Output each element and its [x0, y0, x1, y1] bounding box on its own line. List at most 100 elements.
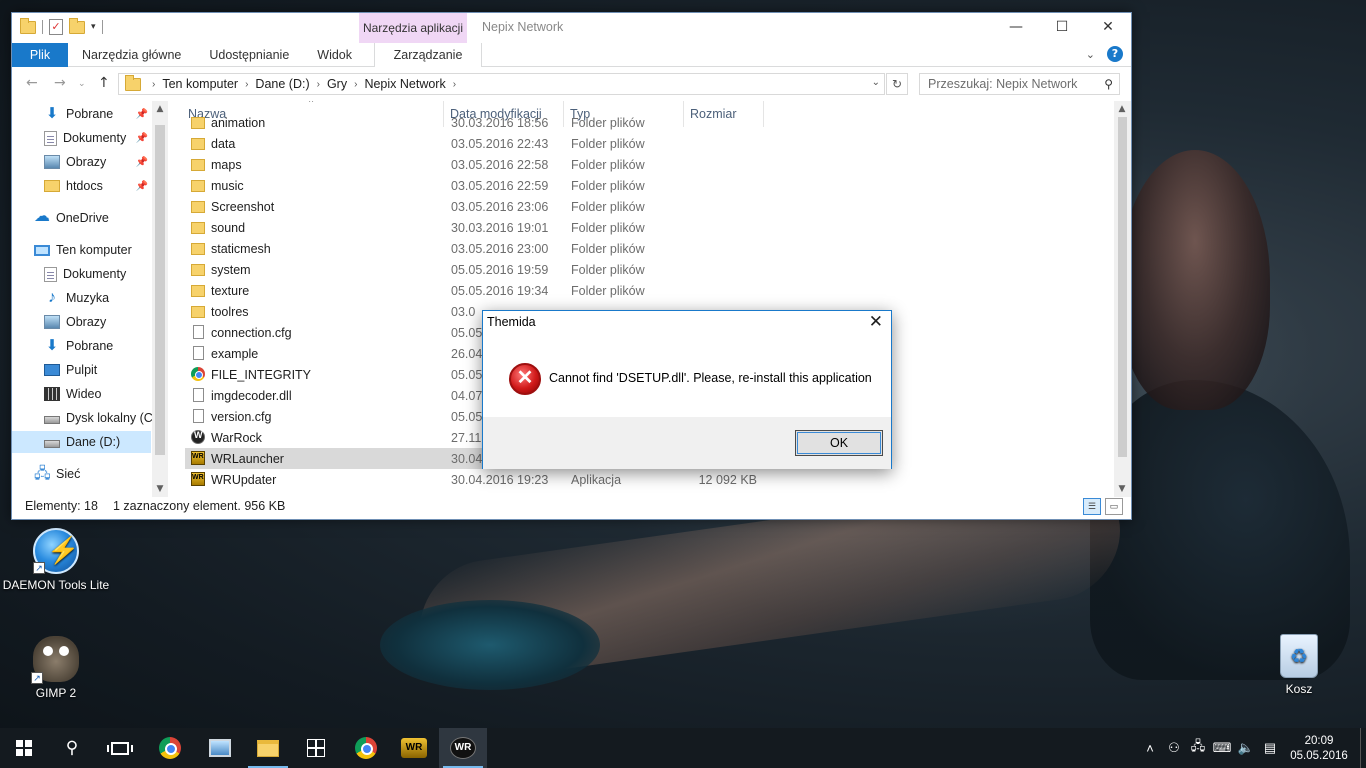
table-row[interactable]: texture 05.05.2016 19:34 Folder plików: [185, 280, 760, 301]
tab-udostepnianie[interactable]: Udostępnianie: [195, 43, 303, 67]
network-icon[interactable]: 🖧: [1186, 737, 1210, 759]
taskbar-control-panel[interactable]: [196, 728, 244, 768]
customize-toolbar-icon[interactable]: ▾: [91, 22, 96, 32]
sidebar-item-muzyka[interactable]: ♪ Muzyka: [12, 287, 152, 309]
taskbar-chrome-2[interactable]: [342, 728, 390, 768]
pin-icon[interactable]: 📌: [136, 109, 148, 120]
chevron-up-icon[interactable]: ˄: [1138, 741, 1162, 756]
breadcrumb-item[interactable]: Ten komputer: [158, 77, 242, 91]
back-icon[interactable]: ←: [26, 75, 38, 91]
desktop-icon-daemon-tools[interactable]: ↗ DAEMON Tools Lite: [1, 528, 111, 592]
task-view-button[interactable]: [96, 728, 144, 768]
chevron-right-icon[interactable]: ›: [450, 79, 459, 90]
large-icons-view-icon[interactable]: ▭: [1105, 498, 1123, 515]
gimp-icon: ↗: [31, 636, 79, 684]
new-folder-icon[interactable]: [69, 17, 85, 34]
sidebar-item-wideo[interactable]: Wideo: [12, 383, 152, 405]
properties-icon[interactable]: ✓: [49, 19, 63, 35]
desktop-icon-recycle-bin[interactable]: Kosz: [1244, 634, 1354, 696]
table-row[interactable]: Screenshot 03.05.2016 23:06 Folder plików: [185, 196, 760, 217]
pin-icon[interactable]: 📌: [136, 157, 148, 168]
pin-icon[interactable]: 📌: [136, 133, 148, 144]
tab-narzedzia-glowne[interactable]: Narzędzia główne: [68, 43, 195, 67]
taskbar-warrock[interactable]: WR: [439, 728, 487, 768]
table-row[interactable]: music 03.05.2016 22:59 Folder plików: [185, 175, 760, 196]
scroll-up-icon[interactable]: ▲: [152, 101, 168, 117]
up-icon[interactable]: ↑: [98, 75, 110, 91]
chevron-down-icon[interactable]: ⌄: [872, 77, 880, 88]
sidebar-item-pobrane[interactable]: ⬇ Pobrane 📌: [12, 103, 152, 125]
taskbar-store[interactable]: [292, 728, 340, 768]
sidebar-item-onedrive[interactable]: ☁ OneDrive: [12, 207, 152, 229]
taskbar-file-explorer[interactable]: [244, 728, 292, 768]
title-bar[interactable]: ✓ ▾ Narzędzia aplikacji Nepix Network — …: [12, 13, 1131, 43]
file-name: version.cfg: [211, 409, 272, 424]
address-bar[interactable]: › Ten komputer › Dane (D:) › Gry › Nepix…: [118, 73, 885, 95]
documents-icon: [44, 266, 57, 282]
dialog-close-button[interactable]: ✕: [869, 312, 883, 332]
scroll-up-icon[interactable]: ▲: [1114, 101, 1130, 117]
chevron-right-icon[interactable]: ›: [314, 79, 323, 90]
sidebar-item-siec[interactable]: 🖧 Sieć: [12, 463, 152, 485]
sidebar-item-pulpit[interactable]: Pulpit: [12, 359, 152, 381]
table-row[interactable]: system 05.05.2016 19:59 Folder plików: [185, 259, 760, 280]
breadcrumb-item[interactable]: Gry: [323, 77, 351, 91]
ok-button[interactable]: OK: [795, 430, 883, 456]
search-input[interactable]: Przeszukaj: Nepix Network ⚲: [919, 73, 1120, 95]
people-icon[interactable]: ⚇: [1162, 740, 1186, 756]
file-list-scrollbar[interactable]: ▲ ▼: [1114, 101, 1131, 497]
tab-widok[interactable]: Widok: [303, 43, 366, 67]
search-icon[interactable]: ⚲: [1104, 77, 1113, 91]
minimize-button[interactable]: —: [993, 13, 1039, 41]
sidebar-item-label: Sieć: [56, 467, 81, 481]
file-type: Folder plików: [571, 220, 645, 235]
sidebar-item-obrazy[interactable]: Obrazy: [12, 311, 152, 333]
sidebar-item-dokumenty[interactable]: Dokumenty 📌: [12, 127, 152, 149]
search-button[interactable]: ⚲: [48, 728, 96, 768]
recent-locations-icon[interactable]: ⌄: [78, 79, 86, 89]
tab-plik[interactable]: Plik: [12, 43, 68, 67]
table-row[interactable]: data 03.05.2016 22:43 Folder plików: [185, 133, 760, 154]
help-icon[interactable]: ?: [1107, 46, 1123, 62]
close-button[interactable]: ✕: [1085, 13, 1131, 41]
sidebar-item-ten-komputer[interactable]: Ten komputer: [12, 239, 152, 261]
breadcrumb-item[interactable]: Dane (D:): [251, 77, 313, 91]
sidebar-item-htdocs[interactable]: htdocs 📌: [12, 175, 152, 197]
chevron-right-icon[interactable]: ›: [242, 79, 251, 90]
table-row[interactable]: sound 30.03.2016 19:01 Folder plików: [185, 217, 760, 238]
taskbar-wrlauncher[interactable]: WR: [390, 728, 438, 768]
pin-icon[interactable]: 📌: [136, 181, 148, 192]
keyboard-icon[interactable]: ⌨: [1210, 740, 1234, 756]
sidebar-item-dane-d[interactable]: Dane (D:): [12, 431, 151, 453]
sidebar-item-dokumenty[interactable]: Dokumenty: [12, 263, 152, 285]
sidebar-item-pobrane[interactable]: ⬇ Pobrane: [12, 335, 152, 357]
table-row[interactable]: WRUpdater 30.04.2016 19:23 Aplikacja 12 092…: [185, 469, 760, 490]
desktop-icon-gimp[interactable]: ↗ GIMP 2: [1, 636, 111, 700]
sidebar-item-dysk-c[interactable]: Dysk lokalny (C:): [12, 407, 160, 429]
chevron-right-icon[interactable]: ›: [149, 79, 158, 90]
table-row[interactable]: maps 03.05.2016 22:58 Folder plików: [185, 154, 760, 175]
start-button[interactable]: [0, 728, 48, 768]
taskbar-chrome[interactable]: [146, 728, 194, 768]
volume-icon[interactable]: 🔈: [1234, 740, 1258, 756]
refresh-button[interactable]: ↻: [886, 73, 908, 95]
folder-icon: [191, 264, 205, 276]
table-row[interactable]: animation 30.03.2016 18:56 Folder plików: [185, 112, 760, 133]
details-view-icon[interactable]: ☰: [1083, 498, 1101, 515]
forward-icon[interactable]: →: [54, 75, 66, 91]
sidebar-item-obrazy[interactable]: Obrazy 📌: [12, 151, 152, 173]
breadcrumb-item[interactable]: Nepix Network: [360, 77, 449, 91]
scrollbar-thumb[interactable]: [155, 125, 165, 455]
clock[interactable]: 20:09 05.05.2016: [1282, 732, 1356, 764]
maximize-button[interactable]: ☐: [1039, 13, 1085, 41]
show-desktop-button[interactable]: [1360, 728, 1366, 768]
navigation-scrollbar[interactable]: ▲ ▼: [152, 101, 168, 497]
recycle-bin-icon: [1280, 634, 1318, 678]
expand-ribbon-icon[interactable]: ⌄: [1086, 48, 1095, 61]
tab-zarzadzanie[interactable]: Zarządzanie: [374, 43, 483, 67]
action-center-icon[interactable]: ▤: [1258, 740, 1282, 756]
table-row[interactable]: staticmesh 03.05.2016 23:00 Folder plików: [185, 238, 760, 259]
chevron-right-icon[interactable]: ›: [351, 79, 360, 90]
column-divider[interactable]: [763, 101, 764, 127]
scrollbar-thumb[interactable]: [1118, 117, 1127, 457]
